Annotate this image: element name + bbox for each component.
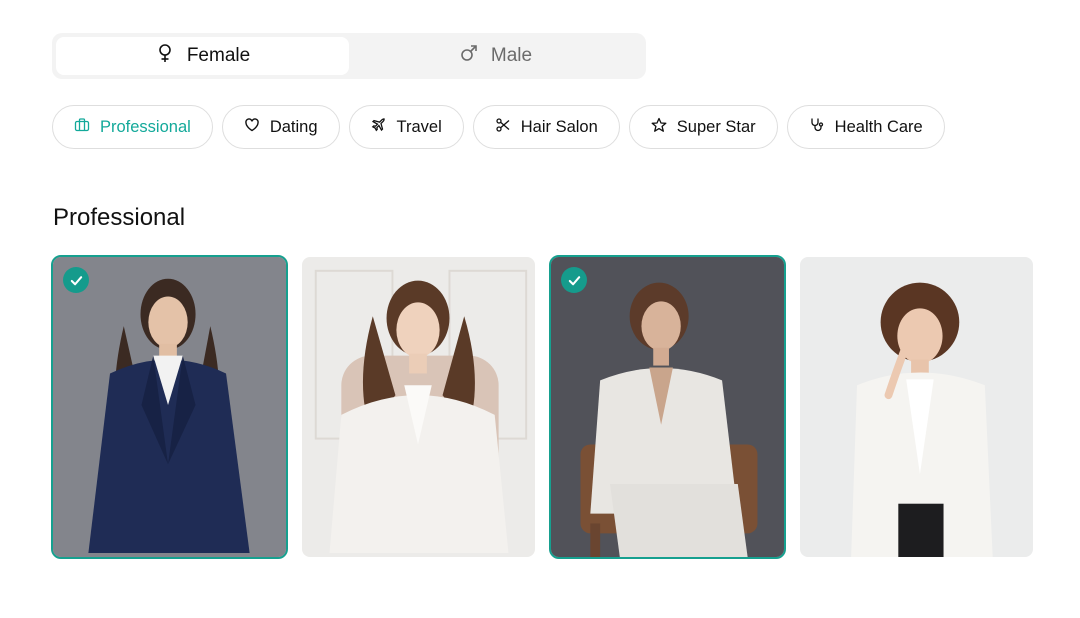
chip-travel[interactable]: Travel xyxy=(348,105,464,149)
chip-label: Professional xyxy=(100,117,191,136)
chip-hair-salon[interactable]: Hair Salon xyxy=(472,105,620,149)
gender-option-label: Male xyxy=(490,45,533,66)
page: Female Male Professional Dating Travel H… xyxy=(0,0,1080,618)
gender-option-male[interactable]: Male xyxy=(349,37,642,75)
chip-super-star[interactable]: Super Star xyxy=(628,105,778,149)
chip-label: Hair Salon xyxy=(520,117,598,136)
chip-professional[interactable]: Professional xyxy=(52,105,213,149)
photo-grid xyxy=(51,255,1035,559)
photo-card[interactable] xyxy=(51,255,288,559)
chip-label: Travel xyxy=(396,117,442,136)
star-icon xyxy=(651,117,667,138)
gender-option-label: Female xyxy=(186,45,251,66)
chip-label: Dating xyxy=(269,117,318,136)
stethoscope-icon xyxy=(809,117,825,138)
selected-check-icon xyxy=(561,267,587,293)
selected-check-icon xyxy=(63,267,89,293)
briefcase-icon xyxy=(74,117,90,138)
scissors-icon xyxy=(495,117,511,138)
category-chips: Professional Dating Travel Hair Salon Su… xyxy=(52,105,945,149)
portrait-photo xyxy=(800,257,1033,557)
photo-card[interactable] xyxy=(300,255,537,559)
portrait-photo xyxy=(302,257,535,557)
chip-label: Health Care xyxy=(834,117,923,136)
female-icon xyxy=(155,43,175,69)
gender-option-female[interactable]: Female xyxy=(56,37,349,75)
male-icon xyxy=(459,43,479,69)
airplane-icon xyxy=(371,117,387,138)
chip-label: Super Star xyxy=(676,117,756,136)
gender-toggle: Female Male xyxy=(52,33,646,79)
portrait-photo xyxy=(551,257,784,557)
chip-dating[interactable]: Dating xyxy=(221,105,340,149)
portrait-photo xyxy=(53,257,286,557)
photo-card[interactable] xyxy=(549,255,786,559)
chip-health-care[interactable]: Health Care xyxy=(786,105,945,149)
heart-icon xyxy=(244,117,260,138)
section-title: Professional xyxy=(53,204,186,231)
photo-card[interactable] xyxy=(798,255,1035,559)
